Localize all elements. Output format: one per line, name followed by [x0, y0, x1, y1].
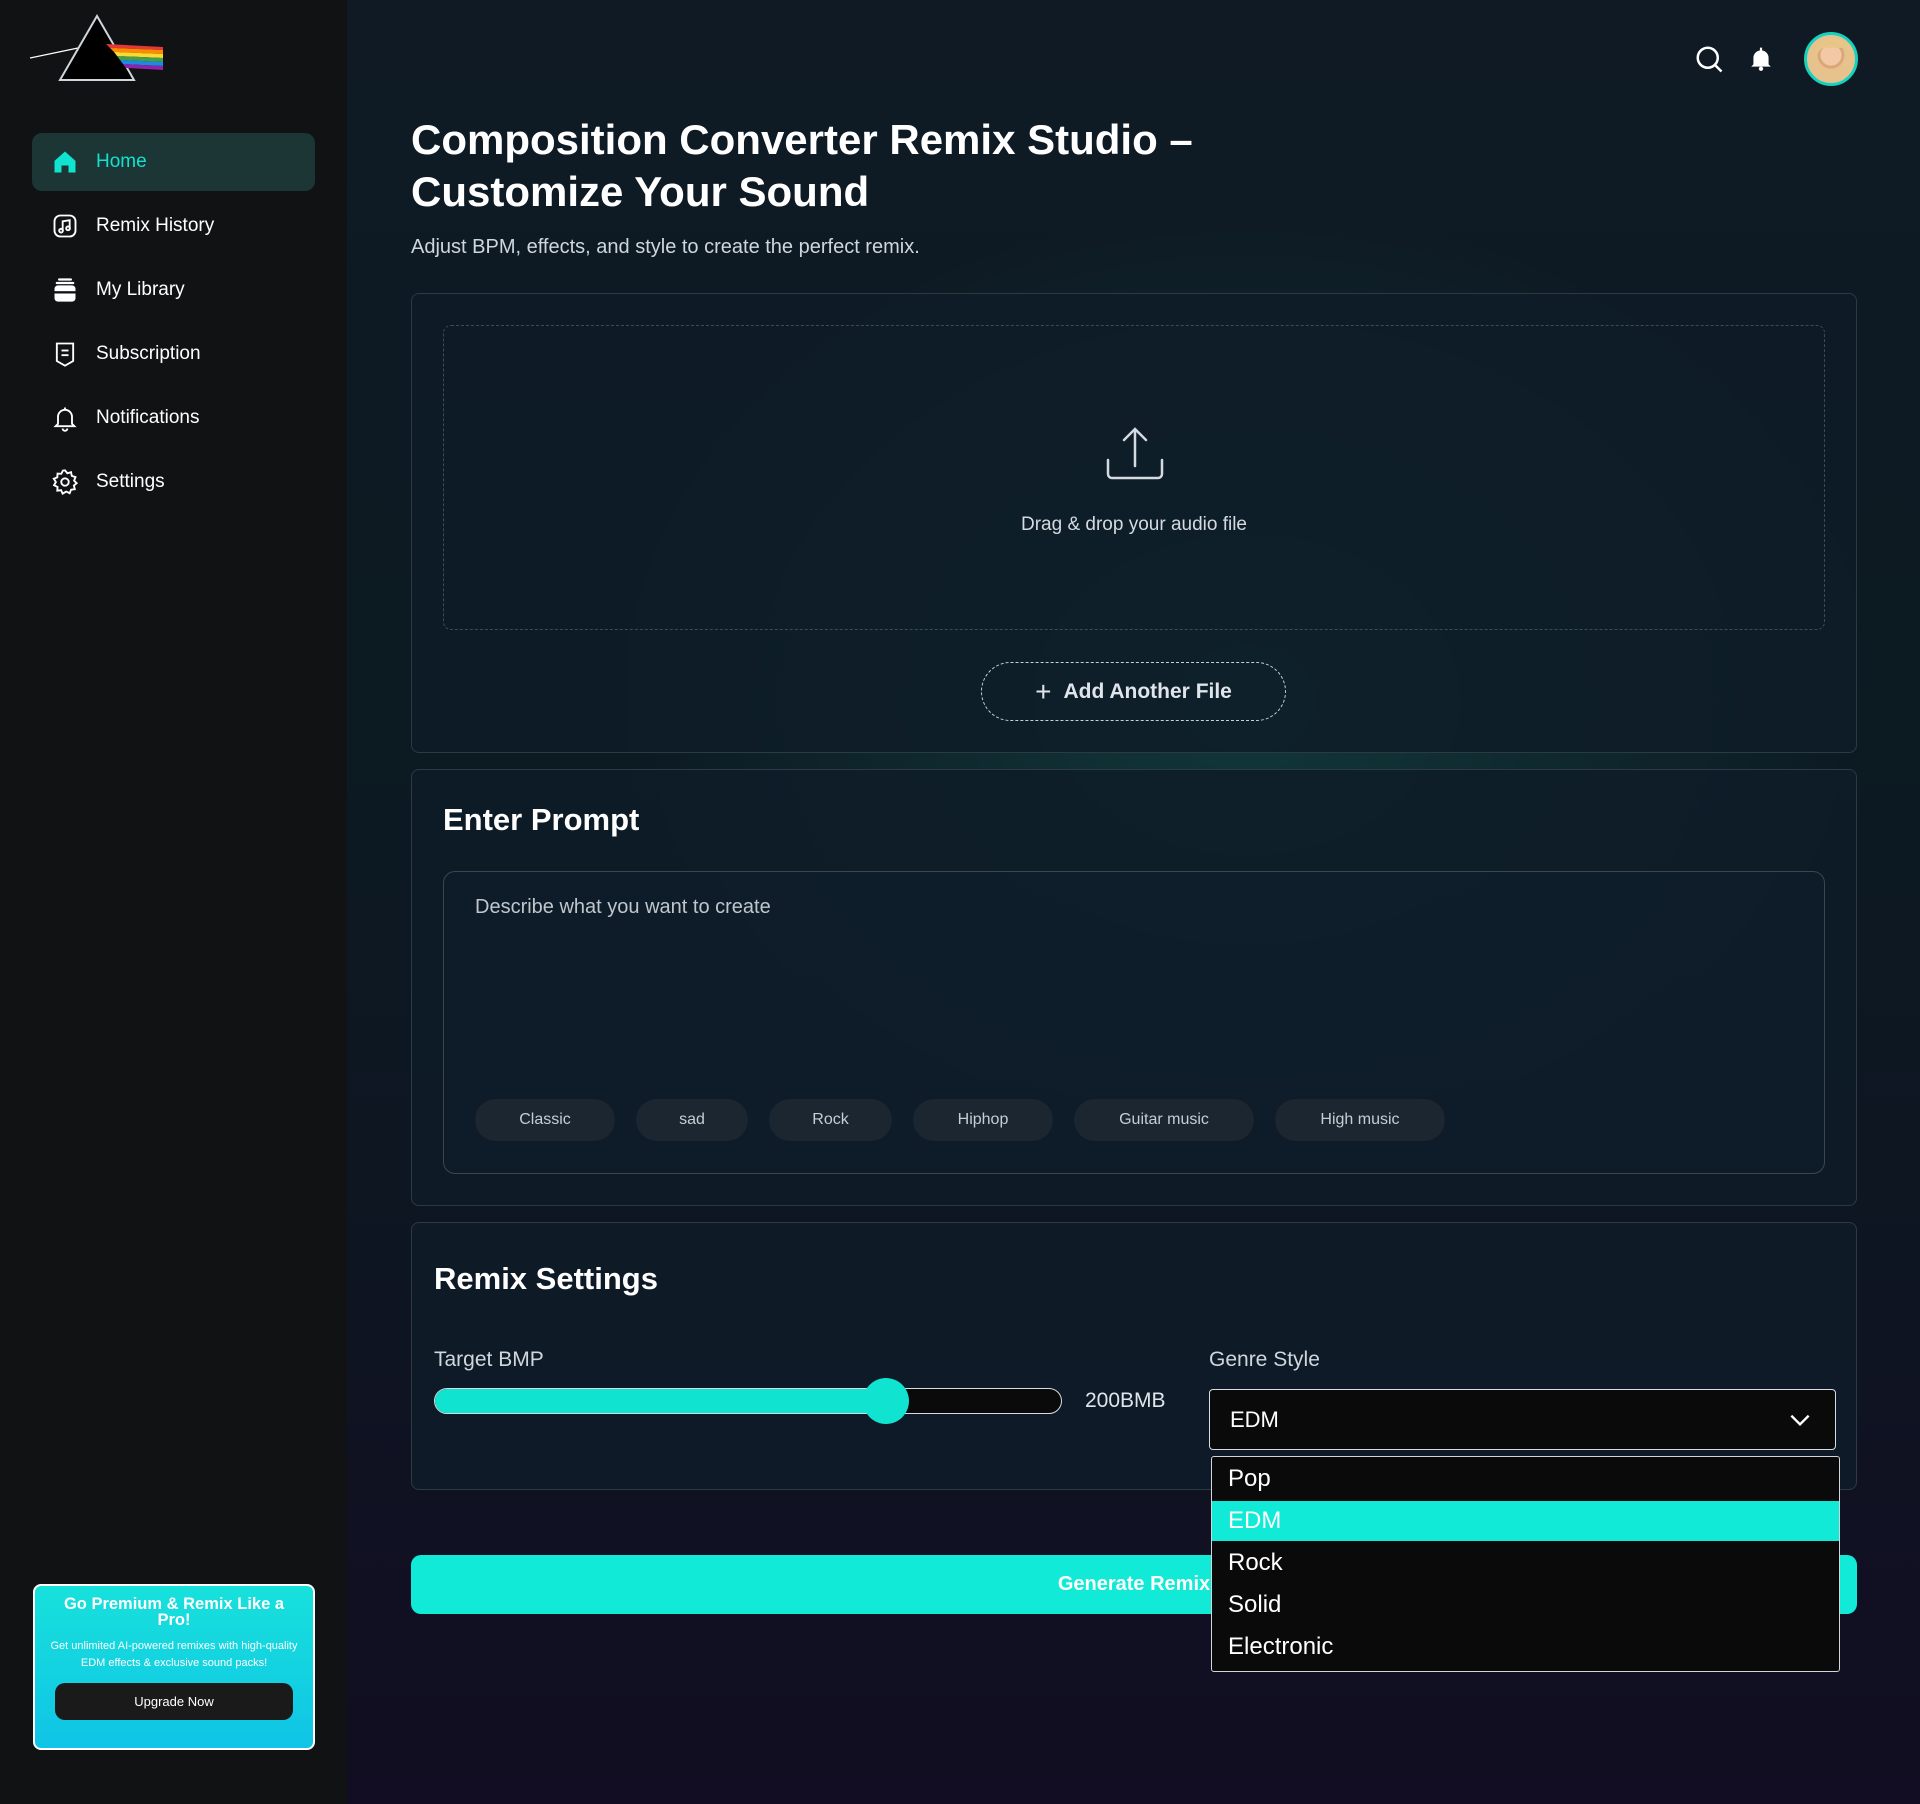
genre-option-pop[interactable]: Pop: [1212, 1459, 1839, 1499]
bpm-label: Target BMP: [434, 1348, 544, 1371]
genre-dropdown-menu: Pop EDM Rock Solid Electronic: [1211, 1456, 1840, 1672]
genre-selected-value: EDM: [1230, 1406, 1279, 1432]
chip-sad[interactable]: sad: [636, 1099, 748, 1141]
home-icon: [50, 147, 80, 177]
sidebar-item-label: Remix History: [96, 215, 215, 236]
notification-bell-icon[interactable]: [1744, 42, 1778, 76]
upload-icon: [1106, 427, 1164, 480]
sidebar-item-label: Notifications: [96, 407, 200, 428]
bpm-value: 200BMB: [1085, 1389, 1166, 1412]
sidebar-item-remix-history[interactable]: Remix History: [32, 197, 315, 255]
sidebar-item-home[interactable]: Home: [32, 133, 315, 191]
audio-dropzone[interactable]: Drag & drop your audio file: [443, 325, 1825, 630]
remix-settings-card: Remix Settings Target BMP 200BMB Genre S…: [411, 1222, 1857, 1490]
app-root: Home Remix History My Library Subscripti…: [0, 0, 1920, 1804]
chip-classic[interactable]: Classic: [475, 1099, 615, 1141]
sidebar-item-notifications[interactable]: Notifications: [32, 389, 315, 447]
sidebar-item-label: My Library: [96, 279, 185, 300]
sidebar-item-subscription[interactable]: Subscription: [32, 325, 315, 383]
settings-section-title: Remix Settings: [434, 1261, 658, 1296]
sidebar-item-label: Home: [96, 151, 147, 172]
add-file-label: Add Another File: [1063, 679, 1232, 703]
chip-hiphop[interactable]: Hiphop: [913, 1099, 1053, 1141]
sidebar-item-my-library[interactable]: My Library: [32, 261, 315, 319]
genre-option-edm[interactable]: EDM: [1212, 1501, 1839, 1541]
page-subtitle: Adjust BPM, effects, and style to create…: [411, 236, 920, 258]
music-note-icon: [50, 211, 80, 241]
chip-rock[interactable]: Rock: [769, 1099, 892, 1141]
sidebar-item-label: Settings: [96, 471, 165, 492]
sidebar-item-settings[interactable]: Settings: [32, 453, 315, 511]
promo-text: Get unlimited AI-powered remixes with hi…: [50, 1640, 298, 1669]
sidebar-item-label: Subscription: [96, 343, 201, 364]
prompt-chips: Classic sad Rock Hiphop Guitar music Hig…: [475, 1099, 1466, 1141]
sidebar-nav: Home Remix History My Library Subscripti…: [32, 133, 315, 517]
search-icon[interactable]: [1692, 42, 1726, 76]
add-another-file-button[interactable]: + Add Another File: [981, 662, 1286, 721]
page-title: Composition Converter Remix Studio – Cus…: [411, 116, 1193, 215]
chevron-down-icon: [1790, 1414, 1810, 1427]
prompt-textarea[interactable]: Describe what you want to create Classic…: [443, 871, 1825, 1174]
bpm-slider-thumb[interactable]: [862, 1378, 909, 1424]
chip-guitar-music[interactable]: Guitar music: [1074, 1099, 1254, 1141]
bpm-slider[interactable]: [434, 1378, 1062, 1424]
genre-option-electronic[interactable]: Electronic: [1212, 1627, 1839, 1667]
genre-select[interactable]: EDM: [1209, 1389, 1836, 1450]
genre-label: Genre Style: [1209, 1348, 1320, 1371]
sidebar: Home Remix History My Library Subscripti…: [0, 0, 347, 1804]
prompt-placeholder: Describe what you want to create: [475, 896, 771, 918]
bpm-slider-fill: [435, 1389, 886, 1413]
library-icon: [50, 275, 80, 305]
genre-option-rock[interactable]: Rock: [1212, 1543, 1839, 1583]
upload-card: Drag & drop your audio file + Add Anothe…: [411, 293, 1857, 753]
receipt-icon: [50, 339, 80, 369]
gear-icon: [50, 467, 80, 497]
premium-promo-card: Go Premium & Remix Like a Pro! Get unlim…: [33, 1584, 315, 1750]
bell-icon: [50, 403, 80, 433]
top-toolbar: [1674, 32, 1858, 86]
upgrade-now-button[interactable]: Upgrade Now: [55, 1683, 293, 1720]
prompt-card: Enter Prompt Describe what you want to c…: [411, 769, 1857, 1206]
promo-title: Go Premium & Remix Like a Pro!: [63, 1595, 285, 1629]
user-avatar[interactable]: [1804, 32, 1858, 86]
genre-option-solid[interactable]: Solid: [1212, 1585, 1839, 1625]
prism-logo[interactable]: [29, 14, 165, 84]
prompt-section-title: Enter Prompt: [443, 802, 640, 837]
dropzone-text: Drag & drop your audio file: [1020, 514, 1247, 535]
plus-icon: +: [1035, 675, 1052, 707]
chip-high-music[interactable]: High music: [1275, 1099, 1445, 1141]
